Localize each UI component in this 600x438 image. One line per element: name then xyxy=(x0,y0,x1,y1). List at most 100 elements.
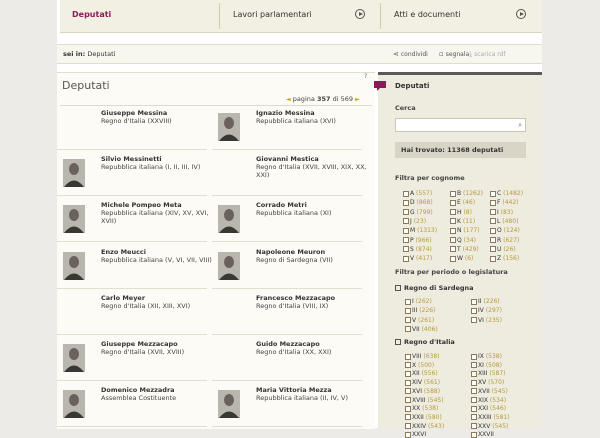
checkbox[interactable] xyxy=(405,397,411,403)
letter-filter[interactable]: N (177) xyxy=(450,227,480,234)
checkbox[interactable] xyxy=(490,218,496,225)
deputy-name[interactable]: Ignazio Messina xyxy=(256,109,315,117)
checkbox[interactable] xyxy=(471,431,477,438)
search-icon[interactable]: ⌕ xyxy=(518,121,522,130)
legislature-filter[interactable]: XV (570) xyxy=(471,379,504,386)
deputy-card[interactable]: Enzo Meucci Repubblica italiana (V, VI, V… xyxy=(57,248,212,289)
play-circle-icon[interactable] xyxy=(355,9,365,19)
checkbox[interactable] xyxy=(403,190,409,197)
deputy-card[interactable]: Giuseppe Mezzacapo Regno d'Italia (XVII, … xyxy=(57,340,207,381)
letter-filter[interactable]: A (557) xyxy=(403,190,432,197)
search-input[interactable] xyxy=(396,119,512,131)
checkbox[interactable] xyxy=(490,227,496,234)
checkbox[interactable] xyxy=(403,199,409,206)
checkbox[interactable] xyxy=(471,307,477,314)
deputy-card[interactable]: Ignazio Messina Repubblica italiana (XVI) xyxy=(212,109,362,150)
deputy-name[interactable]: Enzo Meucci xyxy=(101,248,146,256)
deputy-card[interactable]: Domenico Mezzadra Assemblea Costituente xyxy=(57,386,207,427)
legislature-filter[interactable]: XIV (561) xyxy=(405,379,440,386)
checkbox[interactable] xyxy=(405,362,411,369)
legislature-filter[interactable]: XI (508) xyxy=(471,362,502,369)
letter-filter[interactable]: V (417) xyxy=(403,255,432,262)
checkbox[interactable] xyxy=(490,255,496,262)
deputy-card[interactable]: Carlo Meyer Regno d'Italia (XII, XIII, XV… xyxy=(57,294,207,335)
deputy-card[interactable]: Napoleone Meuron Regno di Sardegna (VII) xyxy=(212,248,362,289)
legislature-filter[interactable]: XVII (545) xyxy=(471,388,508,395)
legislature-filter[interactable]: XXIV (543) xyxy=(405,423,444,430)
deputy-card[interactable]: Silvio Messinetti Repubblica italiana (I,… xyxy=(57,155,207,196)
deputy-card[interactable]: Michele Pompeo Meta Repubblica italiana (… xyxy=(57,201,208,242)
checkbox[interactable] xyxy=(471,405,477,412)
checkbox[interactable] xyxy=(405,370,411,377)
legislature-filter[interactable]: XXV (545) xyxy=(471,423,508,430)
group-regno-di-sardegna[interactable]: Regno di Sardegna xyxy=(395,284,474,292)
letter-filter[interactable]: C (1482) xyxy=(490,190,523,197)
letter-filter[interactable]: H (8) xyxy=(450,209,472,216)
legislature-filter[interactable]: IX (538) xyxy=(471,353,502,360)
checkbox[interactable] xyxy=(405,326,411,333)
checkbox[interactable] xyxy=(490,190,496,197)
checkbox[interactable] xyxy=(403,246,409,253)
checkbox[interactable] xyxy=(403,227,409,234)
deputy-photo[interactable] xyxy=(218,390,240,418)
checkbox[interactable] xyxy=(450,190,456,197)
checkbox[interactable] xyxy=(405,379,411,386)
checkbox[interactable] xyxy=(471,423,477,430)
checkbox[interactable] xyxy=(471,397,477,403)
checkbox[interactable] xyxy=(471,317,477,324)
deputy-name[interactable]: Francesco Mezzacapo xyxy=(256,294,335,302)
checkbox[interactable] xyxy=(450,209,456,216)
checkbox[interactable] xyxy=(471,362,477,369)
deputy-name[interactable]: Giuseppe Mezzacapo xyxy=(101,340,178,348)
checkbox[interactable] xyxy=(471,414,477,421)
deputy-card[interactable]: Francesco Mezzacapo Regno d'Italia (VIII,… xyxy=(212,294,362,335)
legislature-filter[interactable]: I (262) xyxy=(405,298,432,305)
letter-filter[interactable]: L (480) xyxy=(490,218,518,225)
legislature-filter[interactable]: XXII (580) xyxy=(405,414,442,421)
legislature-filter[interactable]: XXVI xyxy=(405,431,426,438)
deputy-name[interactable]: Giuseppe Messina xyxy=(101,109,167,117)
letter-filter[interactable]: Z (156) xyxy=(490,255,519,262)
checkbox[interactable] xyxy=(490,209,496,216)
letter-filter[interactable]: R (627) xyxy=(490,237,519,244)
play-circle-icon[interactable] xyxy=(516,9,526,19)
deputy-photo[interactable] xyxy=(63,205,85,233)
checkbox[interactable] xyxy=(450,199,456,206)
checkbox[interactable] xyxy=(450,218,456,225)
checkbox[interactable] xyxy=(471,298,477,305)
group-regno-d-italia[interactable]: Regno d'Italia xyxy=(395,338,455,346)
checkbox[interactable] xyxy=(490,246,496,253)
checkbox[interactable] xyxy=(405,414,411,421)
next-page-arrow-icon[interactable]: ► xyxy=(355,96,360,103)
deputy-name[interactable]: Domenico Mezzadra xyxy=(101,386,175,394)
checkbox[interactable] xyxy=(471,370,477,377)
checkbox[interactable] xyxy=(405,353,411,360)
legislature-filter[interactable]: XIX (534) xyxy=(471,397,506,404)
checkbox[interactable] xyxy=(403,209,409,216)
deputy-photo[interactable] xyxy=(63,344,85,372)
deputy-card[interactable]: Corrado Metri Repubblica italiana (XI) xyxy=(212,201,362,242)
letter-filter[interactable]: F (442) xyxy=(490,199,519,206)
checkbox[interactable] xyxy=(405,307,411,314)
deputy-name[interactable]: Carlo Meyer xyxy=(101,294,145,302)
checkbox[interactable] xyxy=(405,431,411,438)
legislature-filter[interactable]: II (226) xyxy=(471,298,500,305)
deputy-card[interactable]: Maria Vittoria Mezza Repubblica italiana … xyxy=(212,386,362,427)
deputy-photo[interactable] xyxy=(63,159,85,187)
legislature-filter[interactable]: IV (297) xyxy=(471,307,502,314)
checkbox[interactable] xyxy=(450,246,456,253)
checkbox[interactable] xyxy=(450,255,456,262)
legislature-filter[interactable]: XIII (587) xyxy=(471,370,505,377)
letter-filter[interactable]: M (1313) xyxy=(403,227,437,234)
letter-filter[interactable]: U (26) xyxy=(490,246,516,253)
checkbox[interactable] xyxy=(490,237,496,243)
checkbox[interactable] xyxy=(405,388,411,395)
letter-filter[interactable]: Q (34) xyxy=(450,237,476,244)
deputy-card[interactable]: Giovanni Mestica Regno d'Italia (XVII, XV… xyxy=(212,155,367,196)
letter-filter[interactable]: O (124) xyxy=(490,227,520,234)
checkbox[interactable] xyxy=(403,255,409,262)
deputy-photo[interactable] xyxy=(218,252,240,280)
legislature-filter[interactable]: XXVII xyxy=(471,431,494,438)
letter-filter[interactable]: B (1262) xyxy=(450,190,483,197)
checkbox[interactable] xyxy=(405,298,411,305)
